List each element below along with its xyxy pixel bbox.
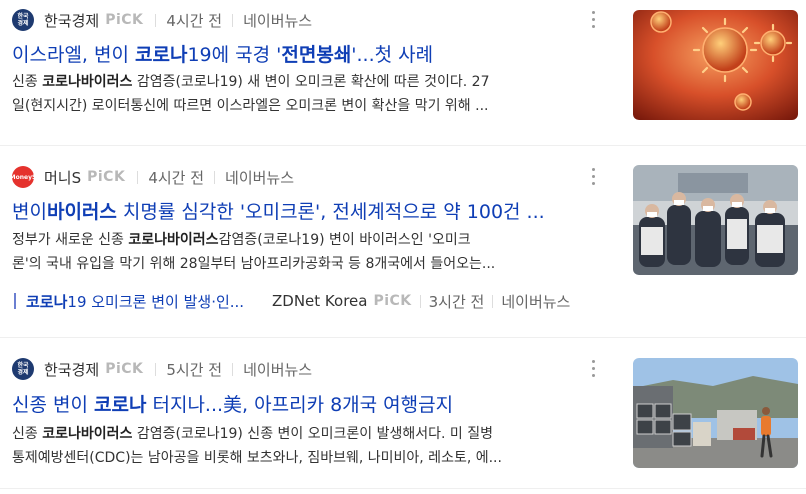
divider — [232, 362, 234, 376]
article-thumbnail[interactable] — [633, 358, 798, 468]
more-options-icon[interactable] — [586, 357, 600, 381]
divider — [137, 170, 139, 184]
separator — [0, 488, 806, 489]
description-line: 정부가 새로운 신종 코로나바이러스감염증(코로나19) 변이 바이러스인 '오… — [12, 232, 471, 248]
description-line: 론'의 국내 유입을 막기 위해 28일부터 남아프리카공화국 등 8개국에서 … — [12, 256, 496, 272]
press-logo[interactable]: MoneyS — [10, 166, 36, 188]
description-line: 신종 코로나바이러스 감염증(코로나19) 새 변이 오미크론 확산에 따른 것… — [12, 74, 490, 90]
article-thumbnail[interactable] — [633, 165, 798, 275]
description-line: 일(현지시간) 로이터통신에 따르면 이스라엘은 오미크론 변이 확산을 막기 … — [12, 98, 489, 114]
related-bar — [14, 293, 16, 309]
time-ago: 4시간 전 — [148, 168, 205, 187]
naver-news-link[interactable]: 네이버뉴스 — [225, 167, 294, 188]
more-options-icon[interactable] — [586, 165, 600, 189]
separator — [0, 145, 806, 146]
divider — [419, 294, 421, 308]
naver-news-link[interactable]: 네이버뉴스 — [243, 10, 312, 31]
pick-badge: PiCK — [105, 361, 144, 377]
time-ago: 3시간 전 — [428, 292, 485, 311]
article-description[interactable]: 신종 코로나바이러스 감염증(코로나19) 신종 변이 오미크론이 발생해서다.… — [12, 422, 602, 470]
article-thumbnail[interactable] — [633, 10, 798, 120]
article-description[interactable]: 신종 코로나바이러스 감염증(코로나19) 새 변이 오미크론 확산에 따른 것… — [12, 70, 602, 118]
pick-badge: PiCK — [105, 12, 144, 28]
pick-badge: PiCK — [87, 169, 126, 185]
time-ago: 4시간 전 — [166, 11, 223, 30]
more-options-icon[interactable] — [586, 8, 600, 32]
press-name[interactable]: 머니S — [44, 167, 81, 188]
press-name[interactable]: 한국경제 — [44, 359, 99, 380]
article-title[interactable]: 신종 변이 코로나 터지나...美, 아프리카 8개국 여행금지 — [12, 390, 612, 417]
article-title[interactable]: 변이바이러스 치명률 심각한 '오미크론', 전세계적으로 약 100건 ... — [12, 197, 612, 224]
divider — [155, 13, 157, 27]
article-description[interactable]: 정부가 새로운 신종 코로나바이러스감염증(코로나19) 변이 바이러스인 '오… — [12, 228, 602, 276]
related-title[interactable]: 코로나19 오미크론 변이 발생·인... — [26, 291, 258, 312]
press-logo[interactable]: 한국 경제 — [12, 9, 34, 31]
divider — [214, 170, 216, 184]
pick-badge: PiCK — [373, 293, 412, 309]
press-info: 한국 경제 한국경제 PiCK 5시간 전 네이버뉴스 — [12, 357, 312, 381]
time-ago: 5시간 전 — [166, 360, 223, 379]
separator — [0, 337, 806, 338]
description-line: 통제예방센터(CDC)는 남아공을 비롯해 보츠와나, 짐바브웨, 나미비아, … — [12, 450, 502, 466]
press-logo[interactable]: 한국 경제 — [12, 358, 34, 380]
divider — [155, 362, 157, 376]
divider — [232, 13, 234, 27]
press-info: 한국 경제 한국경제 PiCK 4시간 전 네이버뉴스 — [12, 8, 312, 32]
press-name[interactable]: 한국경제 — [44, 10, 99, 31]
naver-news-link[interactable]: 네이버뉴스 — [501, 291, 570, 312]
divider — [492, 294, 494, 308]
related-article[interactable]: 코로나19 오미크론 변이 발생·인... ZDNet Korea PiCK 3… — [14, 290, 570, 312]
article-title[interactable]: 이스라엘, 변이 코로나19에 국경 '전면봉쇄'...첫 사례 — [12, 40, 612, 67]
related-press-name[interactable]: ZDNet Korea — [272, 292, 367, 310]
naver-news-link[interactable]: 네이버뉴스 — [243, 359, 312, 380]
description-line: 신종 코로나바이러스 감염증(코로나19) 신종 변이 오미크론이 발생해서다.… — [12, 426, 493, 442]
press-info: MoneyS 머니S PiCK 4시간 전 네이버뉴스 — [10, 165, 294, 189]
